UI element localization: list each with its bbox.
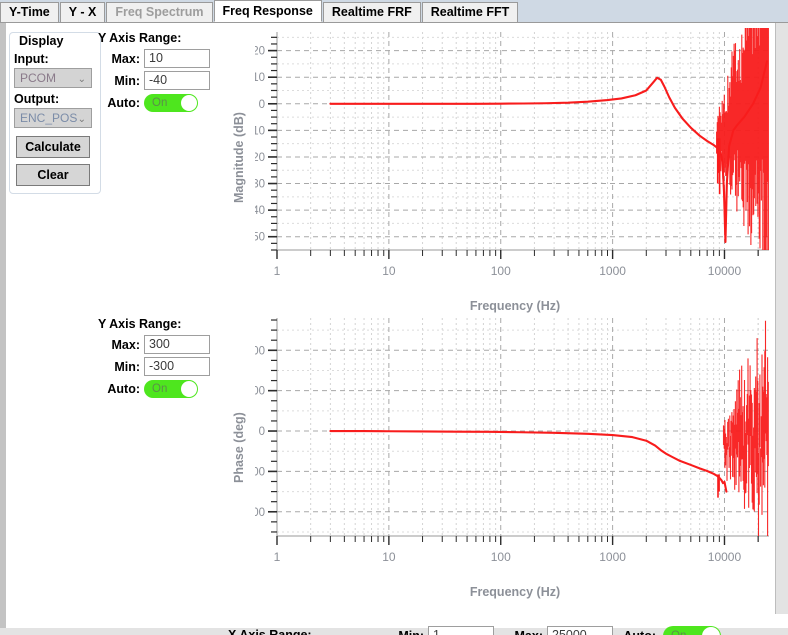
phase-max-label: Max: (111, 338, 140, 352)
phase-auto-toggle[interactable]: On (144, 380, 198, 398)
magnitude-min-input[interactable]: -40 (144, 71, 210, 90)
svg-text:-30: -30 (255, 179, 265, 191)
svg-text:400: 400 (255, 345, 265, 357)
chevron-down-icon: ⌄ (77, 114, 86, 125)
phase-min-label: Min: (114, 360, 140, 374)
tab-realtime-fft[interactable]: Realtime FFT (421, 2, 519, 22)
tab-realtime-frf[interactable]: Realtime FRF (322, 2, 421, 22)
x-min-label: Min: (394, 629, 424, 635)
magnitude-max-label: Max: (111, 52, 140, 66)
calculate-button[interactable]: Calculate (16, 136, 90, 158)
phase-x-axis-label: Frequency (Hz) (469, 585, 561, 599)
x-auto-label: Auto: (620, 629, 656, 635)
magnitude-min-label: Min: (114, 74, 140, 88)
magnitude-x-axis-label: Frequency (Hz) (469, 299, 561, 313)
magnitude-y-axis-range-title: Y Axis Range: (98, 31, 182, 45)
svg-text:10000: 10000 (708, 264, 742, 278)
magnitude-auto-label: Auto: (107, 96, 140, 110)
right-scroll-gutter[interactable] (775, 23, 788, 614)
x-max-input[interactable]: 25000 (547, 626, 613, 635)
svg-text:-200: -200 (255, 466, 265, 478)
svg-text:-50: -50 (255, 232, 265, 244)
svg-text:10000: 10000 (708, 550, 742, 564)
svg-text:-10: -10 (255, 125, 265, 137)
display-group-legend: Display (16, 34, 67, 48)
freq-response-window: Y-Time Y - X Freq Spectrum Freq Response… (0, 0, 788, 635)
chevron-down-icon: ⌄ (77, 74, 86, 85)
svg-text:1: 1 (274, 264, 281, 278)
tab-content-panel: Display Input: PCOM ⌄ Output: ENC_POS ⌄ … (0, 22, 788, 635)
tab-bar: Y-Time Y - X Freq Spectrum Freq Response… (0, 0, 788, 22)
svg-text:1000: 1000 (599, 550, 626, 564)
toggle-knob-icon (181, 381, 197, 397)
x-axis-range-title: X Axis Range: (228, 628, 312, 635)
svg-text:20: 20 (255, 46, 265, 58)
clear-button[interactable]: Clear (16, 164, 90, 186)
phase-auto-label: Auto: (107, 382, 140, 396)
output-label: Output: (14, 92, 60, 106)
toggle-knob-icon (181, 95, 197, 111)
tab-y-x[interactable]: Y - X (59, 2, 106, 22)
input-select-value: PCOM (20, 71, 56, 85)
left-edge-bar (0, 23, 6, 635)
x-auto-toggle[interactable]: On (663, 626, 721, 635)
x-min-input[interactable]: 1 (428, 626, 494, 635)
tab-freq-spectrum[interactable]: Freq Spectrum (106, 2, 213, 22)
input-select[interactable]: PCOM ⌄ (14, 68, 92, 88)
x-auto-toggle-state: On (671, 626, 686, 635)
phase-y-axis-label: Phase (deg) (232, 412, 246, 483)
svg-text:200: 200 (255, 386, 265, 398)
magnitude-auto-toggle-state: On (152, 97, 168, 109)
svg-text:0: 0 (259, 426, 265, 438)
magnitude-max-input[interactable]: 10 (144, 49, 210, 68)
phase-max-input[interactable]: 300 (144, 335, 210, 354)
svg-text:1000: 1000 (599, 264, 626, 278)
tab-freq-response[interactable]: Freq Response (213, 0, 322, 22)
magnitude-y-axis-label: Magnitude (dB) (232, 112, 246, 203)
svg-text:-20: -20 (255, 152, 265, 164)
svg-text:0: 0 (259, 99, 265, 111)
svg-text:-40: -40 (255, 205, 265, 217)
svg-text:100: 100 (491, 550, 511, 564)
svg-text:100: 100 (491, 264, 511, 278)
magnitude-plot[interactable]: 20100-10-20-30-40-50110100100010000 (255, 28, 775, 278)
phase-min-input[interactable]: -300 (144, 357, 210, 376)
toggle-knob-icon (702, 627, 720, 635)
svg-text:10: 10 (382, 264, 396, 278)
output-select[interactable]: ENC_POS ⌄ (14, 108, 92, 128)
svg-text:10: 10 (255, 72, 265, 84)
x-axis-range-row: X Axis Range: Min: 1 Max: 25000 Auto: On (0, 623, 788, 635)
phase-y-axis-range-title: Y Axis Range: (98, 317, 182, 331)
input-label: Input: (14, 52, 49, 66)
svg-text:-400: -400 (255, 507, 265, 519)
magnitude-auto-toggle[interactable]: On (144, 94, 198, 112)
svg-text:1: 1 (274, 550, 281, 564)
phase-plot[interactable]: 400 200 0 -200 -400 1 10 100 1000 10000 (255, 314, 775, 564)
x-max-label: Max: (509, 629, 543, 635)
phase-auto-toggle-state: On (152, 383, 168, 395)
output-select-value: ENC_POS (20, 111, 78, 125)
tab-y-time[interactable]: Y-Time (0, 2, 59, 22)
svg-text:10: 10 (382, 550, 396, 564)
